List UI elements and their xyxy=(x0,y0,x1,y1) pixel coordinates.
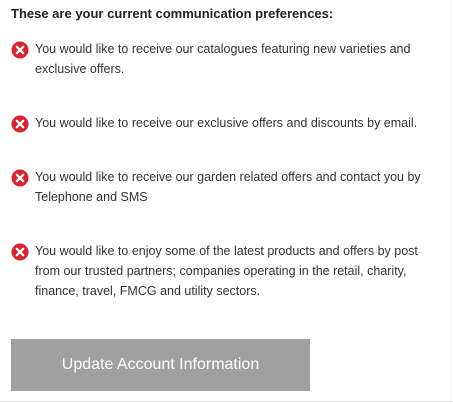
preference-item-catalogues: You would like to receive our catalogues… xyxy=(11,40,431,79)
cross-circle-icon xyxy=(11,169,29,187)
preferences-list: You would like to receive our catalogues… xyxy=(11,40,431,336)
bottom-divider xyxy=(0,401,453,402)
preference-item-email: You would like to receive our exclusive … xyxy=(11,114,431,133)
update-account-information-button[interactable]: Update Account Information xyxy=(11,339,310,391)
cross-circle-icon xyxy=(11,243,29,261)
communication-preferences-panel: These are your current communication pre… xyxy=(0,0,453,404)
preference-item-telephone-sms: You would like to receive our garden rel… xyxy=(11,168,431,207)
cross-circle-icon xyxy=(11,41,29,59)
preference-text: You would like to receive our garden rel… xyxy=(35,170,421,204)
preference-text: You would like to enjoy some of the late… xyxy=(35,244,418,298)
cross-circle-icon xyxy=(11,115,29,133)
right-divider xyxy=(450,0,451,404)
preference-text: You would like to receive our catalogues… xyxy=(35,42,411,76)
preference-item-partners-post: You would like to enjoy some of the late… xyxy=(11,242,431,301)
preference-text: You would like to receive our exclusive … xyxy=(35,116,418,130)
preferences-heading: These are your current communication pre… xyxy=(11,6,334,21)
